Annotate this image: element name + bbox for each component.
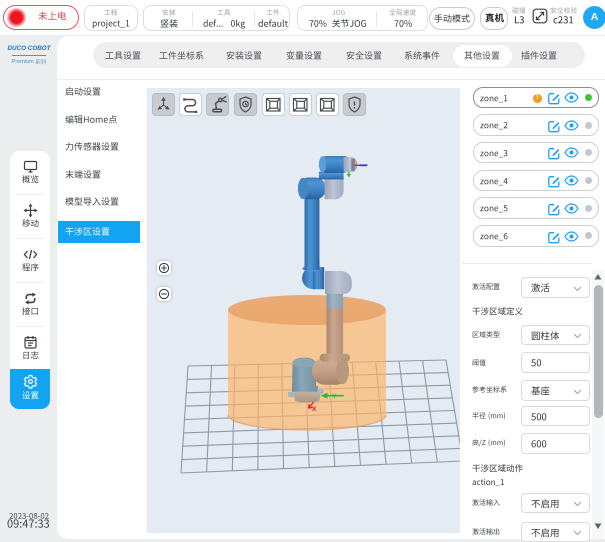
svg-text:Y: Y: [332, 393, 337, 400]
svg-text:X: X: [312, 406, 317, 413]
